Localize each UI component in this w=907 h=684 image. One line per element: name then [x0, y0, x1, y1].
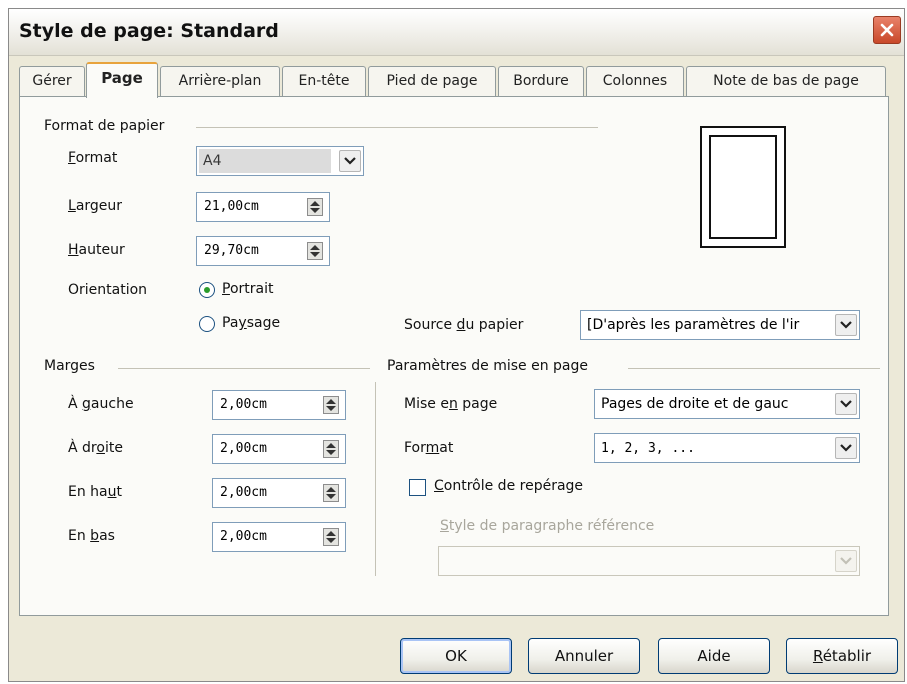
- margin-bottom-label: En bas: [68, 528, 115, 544]
- page-preview: [700, 126, 786, 248]
- register-label[interactable]: Contrôle de repérage: [434, 478, 583, 494]
- numbering-format-label: Format: [404, 440, 454, 456]
- margin-left-spin-icon[interactable]: [323, 396, 339, 414]
- margin-right-value: 2,00cm: [220, 441, 267, 456]
- layout-section-title: Paramètres de mise en page: [387, 358, 589, 374]
- chevron-down-icon[interactable]: [339, 150, 361, 172]
- paper-source-label: Source du papier: [404, 317, 524, 333]
- tab-gerer[interactable]: Gérer: [19, 66, 85, 96]
- close-button[interactable]: [873, 16, 901, 44]
- chevron-down-icon[interactable]: [835, 393, 857, 415]
- numbering-format-value: 1, 2, 3, ...: [601, 441, 695, 456]
- tab-page[interactable]: Page: [86, 62, 158, 98]
- paper-source-select[interactable]: [D'après les paramètres de l'ir: [580, 310, 860, 340]
- margins-divider: [118, 368, 370, 369]
- margin-left-field[interactable]: 2,00cm: [212, 390, 346, 420]
- height-spin-icon[interactable]: [307, 242, 323, 260]
- margins-section-title: Marges: [44, 358, 95, 374]
- paper-format-section-title: Format de papier: [44, 118, 165, 134]
- height-label: Hauteur: [68, 242, 125, 258]
- format-label: Format: [68, 150, 118, 166]
- width-value: 21,00cm: [204, 199, 259, 214]
- register-checkbox[interactable]: [409, 479, 426, 496]
- height-field[interactable]: 29,70cm: [196, 236, 330, 266]
- help-button[interactable]: Aide: [658, 638, 770, 674]
- radio-selected-dot: [204, 287, 210, 293]
- chevron-down-icon: [835, 550, 857, 572]
- margin-right-field[interactable]: 2,00cm: [212, 434, 346, 464]
- paper-format-divider: [196, 127, 598, 128]
- chevron-down-icon[interactable]: [835, 437, 857, 459]
- cancel-button[interactable]: Annuler: [528, 638, 640, 674]
- margin-top-label: En haut: [68, 484, 122, 500]
- paper-source-value: [D'après les paramètres de l'ir: [587, 317, 800, 333]
- orientation-label: Orientation: [68, 282, 148, 298]
- ok-button[interactable]: OK: [400, 638, 512, 674]
- format-selection-highlight: [199, 149, 331, 173]
- numbering-format-select[interactable]: 1, 2, 3, ...: [594, 433, 860, 463]
- section-separator: [375, 382, 376, 576]
- margin-right-label: À droite: [68, 440, 123, 456]
- portrait-radio[interactable]: [199, 282, 215, 298]
- margin-right-spin-icon[interactable]: [323, 440, 339, 458]
- layout-label: Mise en page: [404, 396, 498, 412]
- page-preview-margins: [709, 135, 777, 239]
- reset-button[interactable]: Rétablir: [786, 638, 898, 674]
- margin-bottom-value: 2,00cm: [220, 529, 267, 544]
- margin-left-label: À gauche: [68, 396, 134, 412]
- tab-arriere-plan[interactable]: Arrière-plan: [160, 66, 280, 96]
- landscape-label[interactable]: Paysage: [222, 315, 280, 331]
- margin-left-value: 2,00cm: [220, 397, 267, 412]
- width-field[interactable]: 21,00cm: [196, 192, 330, 222]
- landscape-radio[interactable]: [199, 316, 215, 332]
- dialog-title: Style de page: Standard: [19, 20, 279, 42]
- layout-value: Pages de droite et de gauc: [601, 396, 789, 412]
- tab-note-de-bas-de-page[interactable]: Note de bas de page: [686, 66, 886, 96]
- margin-bottom-spin-icon[interactable]: [323, 528, 339, 546]
- close-icon: [880, 23, 894, 37]
- tab-colonnes[interactable]: Colonnes: [586, 66, 684, 96]
- width-label: Largeur: [68, 198, 123, 214]
- margin-top-value: 2,00cm: [220, 485, 267, 500]
- tab-pied-de-page[interactable]: Pied de page: [368, 66, 496, 96]
- margin-top-spin-icon[interactable]: [323, 484, 339, 502]
- tab-en-tete[interactable]: En-tête: [282, 66, 366, 96]
- margin-top-field[interactable]: 2,00cm: [212, 478, 346, 508]
- title-bar: Style de page: Standard: [9, 9, 904, 56]
- portrait-label[interactable]: Portrait: [222, 281, 273, 297]
- margin-bottom-field[interactable]: 2,00cm: [212, 522, 346, 552]
- width-spin-icon[interactable]: [307, 198, 323, 216]
- height-value: 29,70cm: [204, 243, 259, 258]
- tab-bordure[interactable]: Bordure: [498, 66, 584, 96]
- reference-style-select: [438, 546, 860, 576]
- chevron-down-icon[interactable]: [835, 314, 857, 336]
- reference-style-label: Style de paragraphe référence: [440, 518, 655, 534]
- layout-divider: [628, 368, 880, 369]
- layout-select[interactable]: Pages de droite et de gauc: [594, 389, 860, 419]
